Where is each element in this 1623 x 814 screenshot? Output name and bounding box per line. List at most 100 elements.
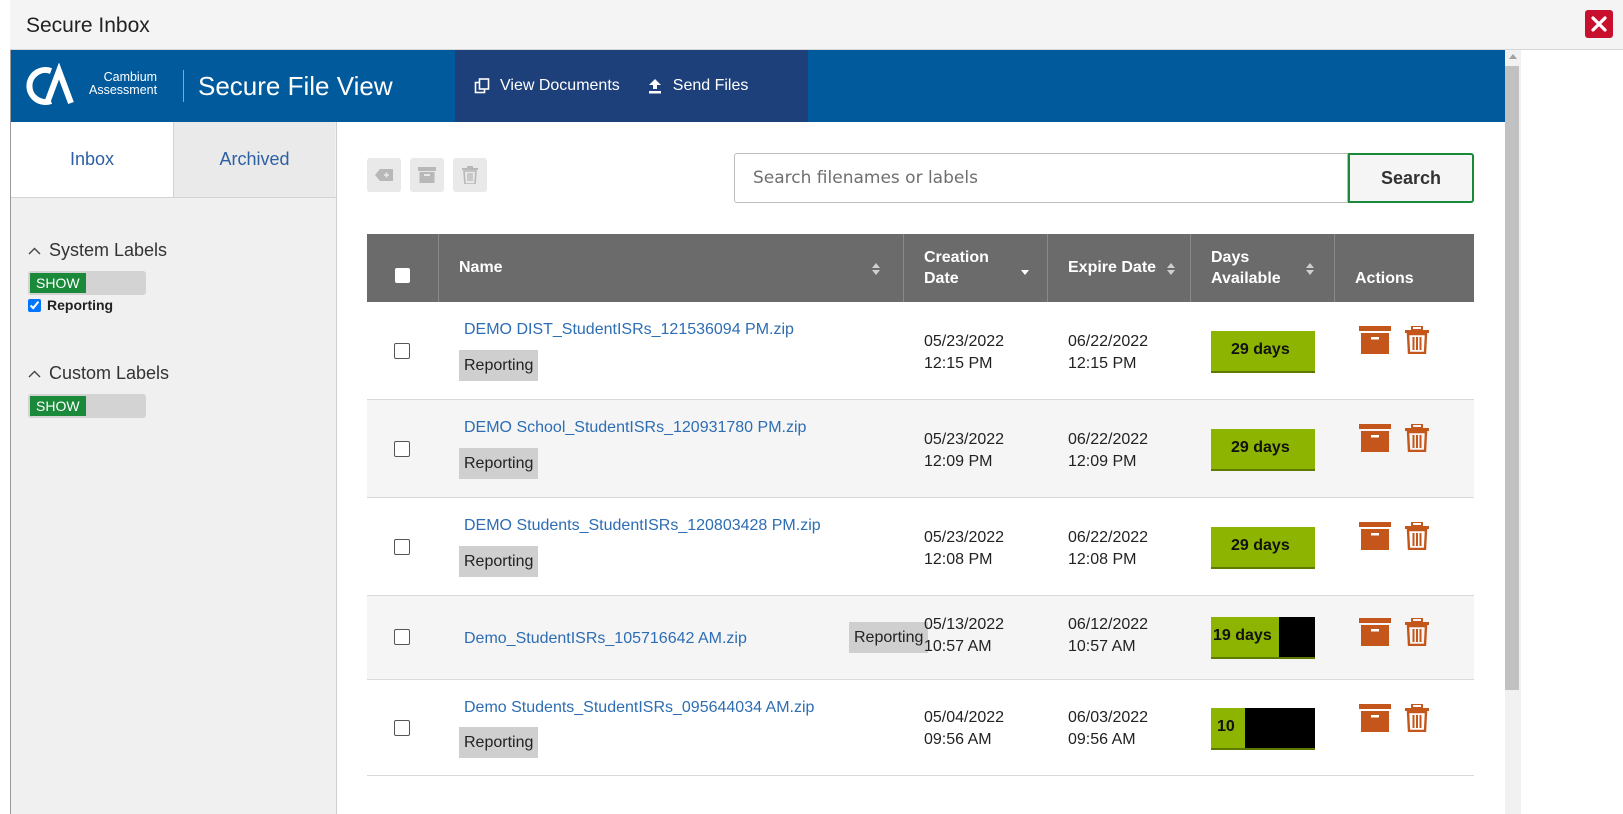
archive-icon[interactable] [1359, 326, 1391, 354]
days-remaining-label: 10 [1217, 718, 1235, 735]
trash-icon[interactable] [1405, 326, 1429, 354]
expire-time: 09:56 AM [1068, 731, 1136, 748]
documents-icon [474, 78, 490, 94]
app-header: Cambium Assessment Secure File View View… [11, 50, 1505, 122]
header-expire-label: Expire Date [1068, 259, 1157, 276]
reporting-checkbox-label: Reporting [47, 297, 114, 313]
expire-time: 12:09 PM [1068, 453, 1137, 470]
custom-labels-toggle[interactable]: SHOW [28, 394, 146, 418]
custom-labels-title: Custom Labels [49, 363, 170, 383]
toggle-state: SHOW [30, 273, 86, 293]
created-time: 12:15 PM [924, 355, 993, 372]
row-checkbox[interactable] [394, 720, 410, 736]
label-tag: Reporting [459, 350, 539, 381]
file-name-link[interactable]: Demo Students_StudentISRs_095644034 AM.z… [464, 699, 814, 717]
trash-icon[interactable] [1405, 522, 1429, 550]
system-labels-header[interactable]: System Labels [28, 240, 167, 261]
search-button[interactable]: Search [1348, 153, 1474, 203]
file-name-link[interactable]: DEMO School_StudentISRs_120931780 PM.zip [464, 419, 806, 437]
row-checkbox[interactable] [394, 343, 410, 359]
header-days-available[interactable]: Days Available [1191, 234, 1335, 302]
row-checkbox[interactable] [394, 441, 410, 457]
header-days-line-2: Available [1211, 270, 1281, 287]
top-nav: View Documents Send Files [455, 50, 808, 122]
expire-time: 12:15 PM [1068, 355, 1137, 372]
created-date: 05/23/2022 [924, 431, 1005, 448]
delete-button[interactable] [453, 158, 487, 192]
archive-button[interactable] [410, 158, 444, 192]
days-remaining-bar: 10 [1211, 708, 1315, 750]
header-days-line-1: Days [1211, 249, 1250, 266]
label-tag: Reporting [459, 727, 539, 758]
expire-date: 06/12/2022 [1068, 616, 1149, 633]
expire-time: 10:57 AM [1068, 638, 1136, 655]
trash-icon [462, 166, 478, 184]
days-remaining-label: 19 days [1213, 627, 1272, 644]
table-row: DEMO School_StudentISRs_120931780 PM.zip… [367, 400, 1474, 498]
nav-view-documents[interactable]: View Documents [474, 77, 620, 95]
system-labels-title: System Labels [49, 240, 168, 260]
nav-send-files[interactable]: Send Files [647, 77, 749, 95]
row-checkbox[interactable] [394, 539, 410, 555]
created-date: 05/13/2022 [924, 616, 1005, 633]
table-row: DEMO DIST_StudentISRs_121536094 PM.zip R… [367, 302, 1474, 400]
created-time: 12:08 PM [924, 551, 993, 568]
header-name[interactable]: Name [439, 234, 904, 302]
reporting-checkbox[interactable] [28, 298, 41, 312]
created-time: 09:56 AM [924, 731, 992, 748]
sort-icon [1167, 263, 1175, 275]
nav-send-files-label: Send Files [672, 77, 749, 94]
label-button[interactable] [367, 158, 401, 192]
file-name-link[interactable]: Demo_StudentISRs_105716642 AM.zip [464, 630, 747, 648]
scroll-up-arrow-icon[interactable] [1509, 54, 1517, 59]
sidebar-tabs: Inbox Archived [11, 122, 336, 198]
trash-icon[interactable] [1405, 424, 1429, 452]
custom-labels-header[interactable]: Custom Labels [28, 363, 169, 384]
file-name-link[interactable]: DEMO DIST_StudentISRs_121536094 PM.zip [464, 321, 794, 339]
sidebar: Inbox Archived System Labels SHOW Report… [11, 122, 337, 814]
days-remaining-label: 29 days [1231, 341, 1290, 358]
label-tag: Reporting [459, 546, 539, 577]
system-labels-group: System Labels SHOW Reporting [28, 240, 167, 313]
archive-icon[interactable] [1359, 424, 1391, 452]
sort-icon [872, 263, 880, 275]
created-date: 05/04/2022 [924, 709, 1005, 726]
trash-icon[interactable] [1405, 704, 1429, 732]
expire-date: 06/22/2022 [1068, 431, 1149, 448]
tab-archived[interactable]: Archived [173, 122, 335, 197]
scrollbar-thumb[interactable] [1505, 66, 1519, 690]
search-input[interactable] [734, 153, 1348, 203]
logo-line-2: Assessment [89, 83, 158, 97]
app-title: Secure File View [198, 71, 393, 101]
expire-date: 06/03/2022 [1068, 709, 1149, 726]
days-remaining-bar: 29 days [1211, 331, 1315, 373]
table-row: Demo Students_StudentISRs_095644034 AM.z… [367, 680, 1474, 776]
archive-icon[interactable] [1359, 704, 1391, 732]
label-tag: Reporting [459, 448, 539, 479]
header-actions-label: Actions [1355, 270, 1414, 287]
bulk-actions-toolbar [367, 158, 496, 192]
table-header: Name Creation Date Expire Date Days Avai… [367, 234, 1474, 302]
chevron-up-icon [28, 247, 41, 254]
created-date: 05/23/2022 [924, 529, 1005, 546]
system-labels-toggle[interactable]: SHOW [28, 271, 146, 295]
tab-inbox[interactable]: Inbox [11, 122, 173, 197]
select-all-checkbox[interactable] [395, 268, 410, 283]
days-remaining-bar: 29 days [1211, 429, 1315, 471]
trash-icon[interactable] [1405, 618, 1429, 646]
archive-icon[interactable] [1359, 522, 1391, 550]
header-actions: Actions [1335, 234, 1474, 302]
close-button[interactable] [1585, 10, 1613, 38]
logo-text: Cambium Assessment [89, 71, 157, 97]
header-creation-line-1: Creation [924, 249, 989, 266]
created-time: 10:57 AM [924, 638, 992, 655]
archive-icon[interactable] [1359, 618, 1391, 646]
upload-icon [648, 79, 661, 94]
header-expire-date[interactable]: Expire Date [1048, 234, 1191, 302]
header-select-all-cell [367, 234, 439, 302]
sort-desc-icon [1021, 270, 1029, 275]
row-checkbox[interactable] [394, 629, 410, 645]
file-name-link[interactable]: DEMO Students_StudentISRs_120803428 PM.z… [464, 517, 821, 535]
custom-labels-group: Custom Labels SHOW [28, 363, 169, 418]
header-creation-date[interactable]: Creation Date [904, 234, 1048, 302]
